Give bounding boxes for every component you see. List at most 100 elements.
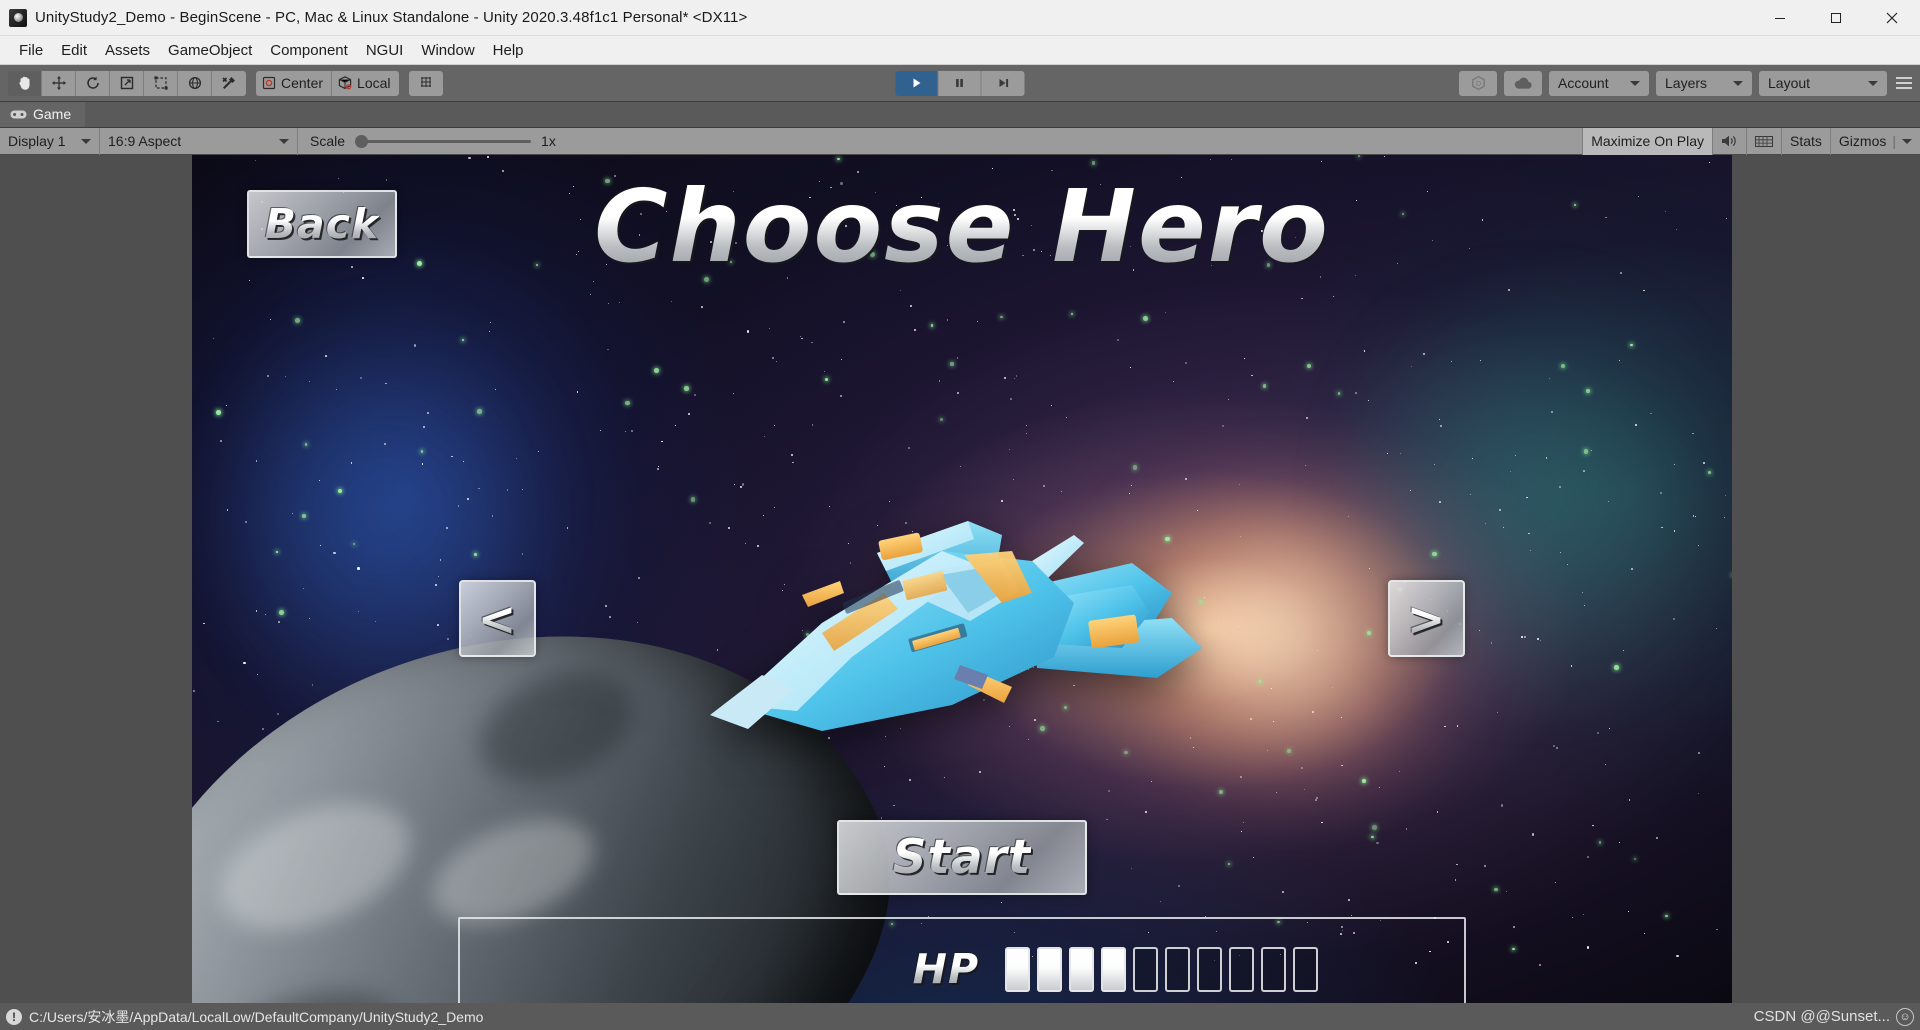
star [1398,770,1400,773]
star [636,621,638,623]
star-green [1218,789,1223,794]
star [311,684,314,686]
minimize-button[interactable] [1752,0,1808,36]
star [266,374,269,377]
star [1386,452,1388,454]
star [522,488,524,490]
slider-knob[interactable] [355,134,369,148]
stat-label-hp-wrap: HP [460,945,1005,993]
star [1618,359,1620,361]
account-dropdown[interactable]: Account [1549,70,1649,96]
rotate-tool-button[interactable] [76,70,110,96]
grid-snap-icon[interactable] [408,70,443,96]
menu-item-window[interactable]: Window [412,39,483,62]
layers-dropdown[interactable]: Layers [1656,70,1752,96]
star [1622,649,1625,652]
menu-item-file[interactable]: File [10,39,52,62]
step-button[interactable] [981,70,1025,96]
star [687,413,690,415]
star [516,457,517,459]
star [1010,398,1013,401]
star-green [295,318,301,324]
pivot-mode-button[interactable]: Center [256,70,333,96]
star [1185,361,1188,364]
star-green [1664,914,1668,918]
star-green [1630,344,1633,347]
star [262,728,265,731]
star-green [1227,862,1231,866]
star-green [1258,680,1262,683]
next-hero-label: > [1406,591,1447,646]
toolbar-menu-icon[interactable] [1896,76,1912,90]
collab-icon[interactable]: D [1459,70,1497,96]
star [1697,545,1699,547]
star [1300,297,1303,300]
star [957,391,960,394]
star [1582,913,1584,915]
star [938,380,941,383]
star [1305,416,1308,419]
star [776,361,778,363]
star-green [654,368,660,373]
scale-control[interactable]: Scale 1x [298,133,568,149]
mute-audio-button[interactable] [1712,127,1746,155]
prev-hero-button[interactable]: < [459,580,536,657]
menu-item-ngui[interactable]: NGUI [357,39,413,62]
star [630,429,633,432]
gizmos-dropdown[interactable]: Gizmos | [1829,127,1920,155]
game-view[interactable]: Choose Hero Back < > Start HP [0,155,1920,1003]
scale-slider[interactable] [355,134,532,148]
aspect-dropdown[interactable]: 16:9 Aspect [100,127,298,155]
status-message[interactable]: C:/Users/安冰墨/AppData/LocalLow/DefaultCom… [29,1007,483,1027]
error-icon[interactable]: ! [6,1008,22,1025]
menu-item-gameobject[interactable]: GameObject [159,39,261,62]
star [217,720,219,723]
star [437,624,440,627]
menu-item-help[interactable]: Help [484,39,533,62]
play-controls-group [895,70,1025,96]
menu-item-assets[interactable]: Assets [96,39,159,62]
star [1238,625,1240,628]
move-tool-button[interactable] [42,70,76,96]
close-button[interactable] [1864,0,1920,36]
star [671,300,672,302]
pivot-rotation-button[interactable]: Local [332,70,399,96]
next-hero-button[interactable]: > [1388,580,1465,657]
stat-pip [1165,946,1190,992]
menu-item-component[interactable]: Component [261,39,357,62]
start-button[interactable]: Start [837,820,1087,895]
stats-grid-button[interactable] [1746,127,1781,155]
star [1697,793,1699,795]
hand-tool-button[interactable] [8,70,42,96]
star [839,394,842,397]
star [1554,882,1556,884]
scale-value: 1x [541,133,556,149]
layout-dropdown[interactable]: Layout [1759,70,1887,96]
rect-tool-button[interactable] [144,70,178,96]
tab-game[interactable]: Game [0,101,86,127]
star [1498,509,1501,511]
menu-item-edit[interactable]: Edit [52,39,96,62]
play-button[interactable] [895,70,939,96]
star [1438,419,1440,420]
star [1145,811,1147,813]
star [900,289,902,291]
custom-tool-button[interactable] [212,70,246,96]
star [1692,515,1695,518]
star [1627,911,1629,913]
display-dropdown[interactable]: Display 1 [0,127,100,155]
star [413,344,416,347]
scale-tool-button[interactable] [110,70,144,96]
back-button[interactable]: Back [247,190,397,258]
star-green [276,551,279,554]
star [1050,404,1052,406]
transform-tool-button[interactable] [178,70,212,96]
stats-button[interactable]: Stats [1781,127,1830,155]
maximize-on-play-button[interactable]: Maximize On Play [1582,127,1712,155]
star [1315,799,1317,801]
pause-button[interactable] [938,70,982,96]
cloud-icon[interactable] [1504,70,1542,96]
maximize-button[interactable] [1808,0,1864,36]
tab-game-label: Game [33,106,72,122]
game-view-toolbar: Display 1 16:9 Aspect Scale 1x Maximize … [0,127,1920,155]
